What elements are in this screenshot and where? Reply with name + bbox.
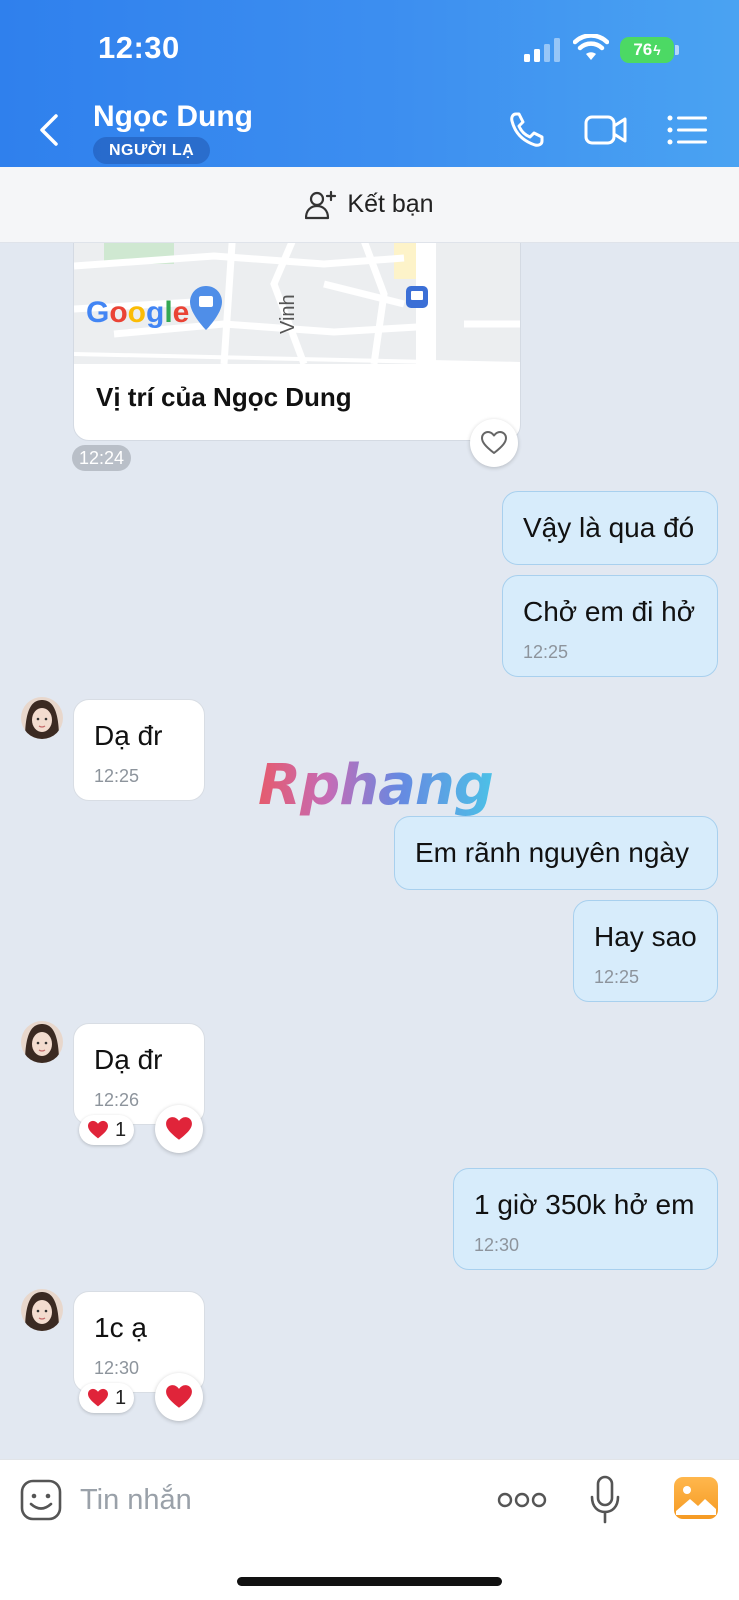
map-preview: Google Vinh <box>74 243 520 364</box>
contact-name[interactable]: Ngọc Dung <box>93 100 253 134</box>
message-time: 12:30 <box>474 1235 520 1255</box>
message-text: Dạ đr <box>94 1044 163 1075</box>
map-brand-g: G <box>86 296 109 329</box>
location-card[interactable]: Google Vinh Vị trí của Ngọc Dung <box>73 243 521 441</box>
back-chevron-icon[interactable] <box>34 112 64 148</box>
message-incoming[interactable]: Dạ đr 12:25 <box>73 699 205 801</box>
message-input[interactable] <box>80 1478 460 1522</box>
video-call-icon[interactable] <box>584 110 628 150</box>
stranger-badge: NGƯỜI LẠ <box>93 137 211 164</box>
battery-cap <box>675 45 679 55</box>
reaction-count: 1 <box>115 1386 127 1409</box>
message-outgoing[interactable]: Chở em đi hở 12:25 <box>502 575 718 677</box>
message-text: 1 giờ 350k hở em <box>474 1189 695 1220</box>
heart-icon <box>88 1388 108 1407</box>
emoji-icon[interactable] <box>20 1479 62 1521</box>
location-title: Vị trí của Ngọc Dung <box>96 382 352 412</box>
message-time: 12:24 <box>72 445 132 471</box>
add-friend-icon <box>305 190 337 219</box>
message-outgoing[interactable]: Hay sao 12:25 <box>573 900 718 1002</box>
add-friend-label: Kết bạn <box>347 190 434 218</box>
heart-icon <box>166 1385 192 1408</box>
message-time: 12:25 <box>523 642 569 662</box>
reaction-summary[interactable]: 1 <box>79 1115 135 1145</box>
watermark: Rphang <box>258 753 494 818</box>
react-button[interactable] <box>155 1373 203 1421</box>
home-indicator <box>237 1577 502 1586</box>
status-time: 12:30 <box>98 30 180 65</box>
heart-outline-icon <box>481 431 507 454</box>
avatar[interactable] <box>21 1021 63 1063</box>
more-dots-icon[interactable] <box>497 1488 547 1512</box>
chat-area[interactable]: Google Vinh Vị trí của Ngọc Dung 12:24 V… <box>0 243 739 1459</box>
message-text: Vậy là qua đó <box>523 512 695 543</box>
message-outgoing[interactable]: 1 giờ 350k hở em 12:30 <box>453 1168 718 1270</box>
avatar[interactable] <box>21 697 63 739</box>
message-outgoing[interactable]: Em rãnh nguyên ngày <box>394 816 718 890</box>
like-button[interactable] <box>470 419 518 467</box>
message-text: Chở em đi hở <box>523 596 696 627</box>
message-text: 1c ạ <box>94 1312 147 1343</box>
message-time: 12:30 <box>94 1358 140 1378</box>
react-button[interactable] <box>155 1105 203 1153</box>
phone-icon[interactable] <box>506 110 550 150</box>
gallery-icon[interactable] <box>674 1477 718 1519</box>
microphone-icon[interactable] <box>589 1475 621 1525</box>
message-text: Hay sao <box>594 921 697 952</box>
svg-text:Google: Google <box>86 296 189 329</box>
reaction-count: 1 <box>115 1118 127 1141</box>
menu-list-icon[interactable] <box>666 110 710 150</box>
svg-text:Vinh: Vinh <box>277 294 299 334</box>
reaction-summary[interactable]: 1 <box>79 1383 135 1413</box>
message-text: Dạ đr <box>94 720 163 751</box>
message-outgoing[interactable]: Vậy là qua đó <box>502 491 718 565</box>
message-text: Em rãnh nguyên ngày <box>415 837 689 868</box>
heart-icon <box>88 1120 108 1139</box>
message-time: 12:26 <box>94 1090 140 1110</box>
add-friend-bar[interactable]: Kết bạn <box>0 167 739 243</box>
wifi-icon <box>573 34 609 60</box>
cellular-signal-icon <box>524 38 560 62</box>
chat-header: 12:30 76 ϟ Ngọc Dung NGƯỜI LẠ <box>0 0 739 167</box>
message-time: 12:25 <box>594 967 640 987</box>
battery-indicator: 76 ϟ <box>620 37 674 63</box>
message-time: 12:25 <box>94 766 140 786</box>
avatar[interactable] <box>21 1289 63 1331</box>
heart-icon <box>166 1117 192 1140</box>
